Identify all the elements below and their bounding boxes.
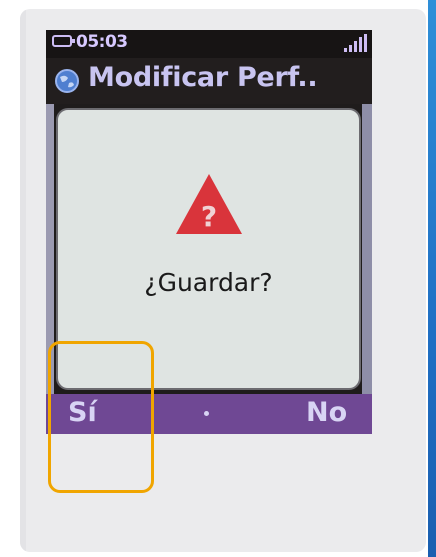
softkey-no-button[interactable]: No (306, 397, 347, 428)
svg-text:?: ? (201, 200, 217, 233)
warning-question-icon: ? (176, 174, 242, 234)
screen-title: Modificar Perf.. (88, 62, 318, 93)
right-accent-bar (428, 0, 436, 557)
status-time: 05:03 (76, 32, 128, 52)
dialog-message: ¿Guardar? (144, 268, 273, 297)
globe-icon (55, 69, 79, 93)
background-list-right (362, 104, 372, 394)
highlight-box (48, 341, 154, 493)
center-dot-icon[interactable] (204, 411, 209, 416)
screen-header: Modificar Perf.. (46, 58, 372, 104)
battery-icon (52, 35, 75, 47)
status-bar: 05:03 (46, 30, 372, 58)
signal-strength-icon (344, 34, 367, 52)
card-edge (20, 9, 26, 552)
